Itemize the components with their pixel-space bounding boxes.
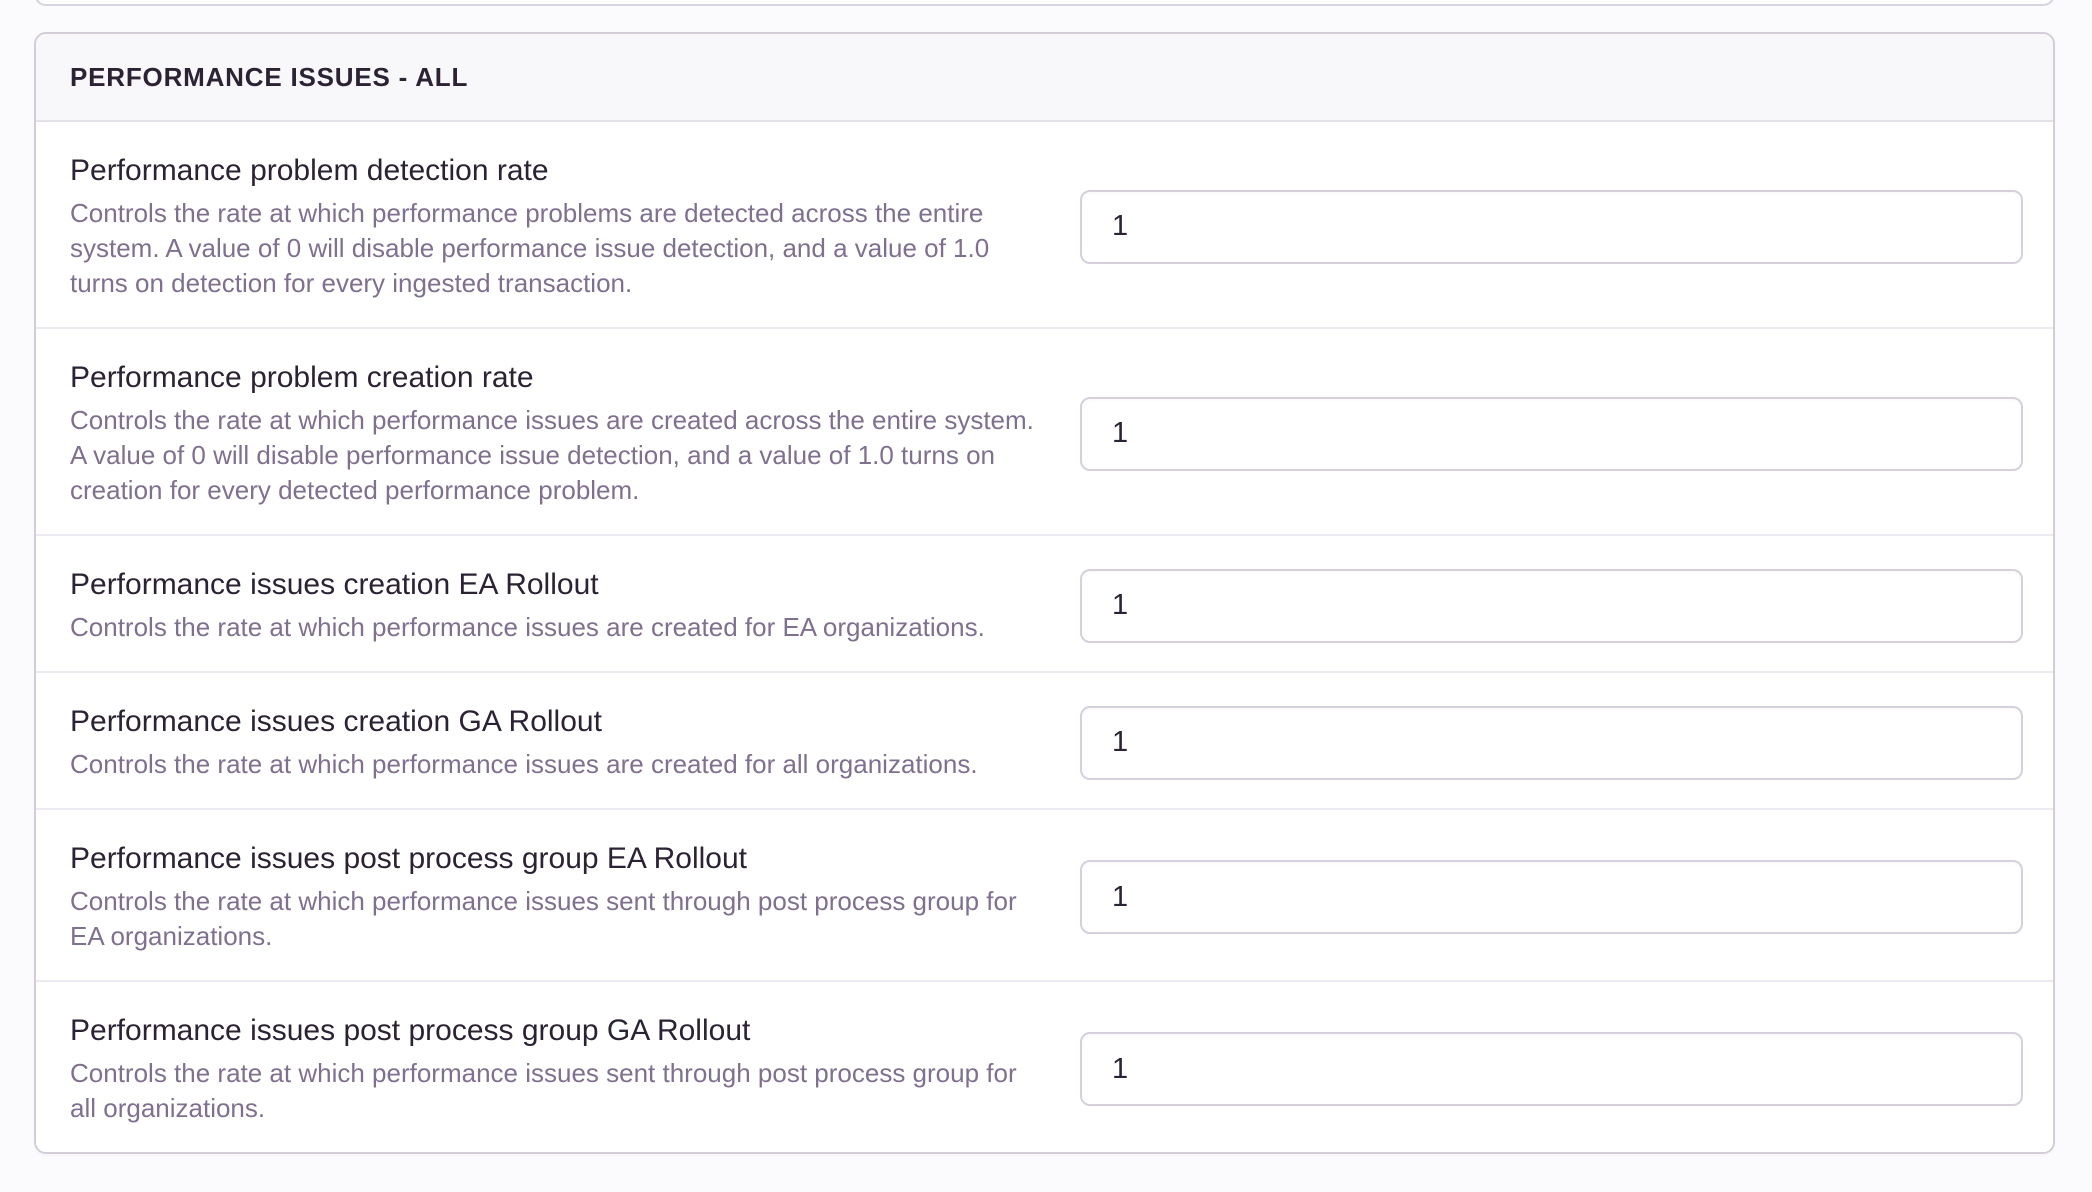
setting-label: Performance problem creation rate bbox=[70, 359, 1038, 397]
setting-description: Controls the rate at which performance i… bbox=[70, 1056, 1038, 1126]
settings-list: Performance problem detection rate Contr… bbox=[36, 122, 2053, 1152]
setting-control bbox=[1080, 860, 2023, 934]
setting-label: Performance issues post process group GA… bbox=[70, 1012, 1038, 1050]
setting-control bbox=[1080, 190, 2023, 264]
setting-description: Controls the rate at which performance i… bbox=[70, 610, 1038, 645]
panel-header: PERFORMANCE ISSUES - ALL bbox=[36, 34, 2053, 122]
setting-control bbox=[1080, 706, 2023, 780]
setting-row: Performance issues post process group EA… bbox=[36, 808, 2053, 980]
setting-description: Controls the rate at which performance i… bbox=[70, 747, 1038, 782]
setting-value-input[interactable] bbox=[1080, 706, 2023, 780]
setting-value-input[interactable] bbox=[1080, 569, 2023, 643]
setting-value-input[interactable] bbox=[1080, 397, 2023, 471]
setting-value-input[interactable] bbox=[1080, 860, 2023, 934]
setting-label: Performance issues creation EA Rollout bbox=[70, 566, 1038, 604]
setting-value-input[interactable] bbox=[1080, 1032, 2023, 1106]
setting-row: Performance problem creation rate Contro… bbox=[36, 327, 2053, 534]
setting-description: Controls the rate at which performance i… bbox=[70, 403, 1038, 508]
setting-label: Performance problem detection rate bbox=[70, 152, 1038, 190]
setting-description: Controls the rate at which performance p… bbox=[70, 196, 1038, 301]
setting-text: Performance issues post process group EA… bbox=[70, 840, 1080, 954]
setting-text: Performance issues creation GA Rollout C… bbox=[70, 703, 1080, 782]
setting-description: Controls the rate at which performance i… bbox=[70, 884, 1038, 954]
setting-row: Performance issues creation EA Rollout C… bbox=[36, 534, 2053, 671]
setting-row: Performance issues creation GA Rollout C… bbox=[36, 671, 2053, 808]
previous-panel-bottom-edge bbox=[34, 0, 2055, 6]
setting-label: Performance issues post process group EA… bbox=[70, 840, 1038, 878]
setting-control bbox=[1080, 1032, 2023, 1106]
performance-issues-panel: PERFORMANCE ISSUES - ALL Performance pro… bbox=[34, 32, 2055, 1154]
setting-control bbox=[1080, 397, 2023, 471]
setting-control bbox=[1080, 569, 2023, 643]
setting-label: Performance issues creation GA Rollout bbox=[70, 703, 1038, 741]
setting-text: Performance problem detection rate Contr… bbox=[70, 152, 1080, 301]
admin-settings-page: PERFORMANCE ISSUES - ALL Performance pro… bbox=[0, 0, 2092, 1192]
setting-row: Performance issues post process group GA… bbox=[36, 980, 2053, 1152]
setting-text: Performance problem creation rate Contro… bbox=[70, 359, 1080, 508]
setting-value-input[interactable] bbox=[1080, 190, 2023, 264]
setting-row: Performance problem detection rate Contr… bbox=[36, 122, 2053, 327]
setting-text: Performance issues post process group GA… bbox=[70, 1012, 1080, 1126]
setting-text: Performance issues creation EA Rollout C… bbox=[70, 566, 1080, 645]
panel-title: PERFORMANCE ISSUES - ALL bbox=[70, 62, 468, 93]
